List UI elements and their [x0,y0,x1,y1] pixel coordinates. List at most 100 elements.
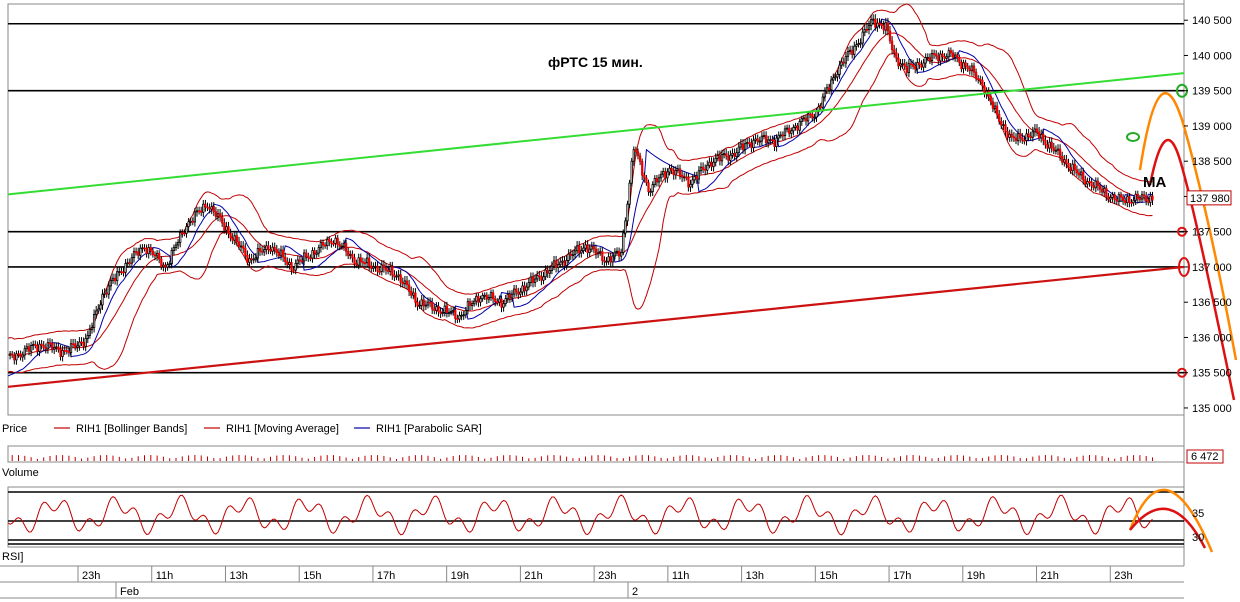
candle-body [368,257,371,267]
candle-body [38,343,41,352]
candle-body [1008,133,1011,138]
candle-body [1029,136,1032,138]
candle-body [44,347,47,350]
candle-body [1136,193,1139,200]
candle-body [460,314,463,317]
candle-body [846,51,850,57]
candle-body [389,266,392,272]
candle-body [109,279,113,287]
candle-body [937,55,940,62]
candle-body [319,242,323,249]
candle-body [1109,196,1112,200]
candle-body [706,164,709,171]
candle-body [332,242,335,245]
price-tick-label: 136 000 [1192,332,1232,344]
candle-body [265,245,268,250]
candle-body [777,134,780,139]
candle-body [1107,195,1110,200]
candle-body [254,257,257,260]
candle-body [643,174,646,179]
legend-label: RIH1 [Parabolic SAR] [376,423,482,435]
candle-body [1124,200,1127,204]
candle-body [397,274,400,277]
candle-body [909,63,913,66]
candle-body [869,19,873,26]
candle-body [1088,181,1091,183]
candle-body [798,121,801,131]
candle-body [302,252,306,262]
candle-body [569,253,572,256]
candle-body [435,306,438,311]
candle-body [292,269,295,272]
candle-body [36,345,39,352]
candle-body [968,68,971,72]
candle-body [720,154,724,162]
candle-body [1002,124,1005,127]
candle-body [806,113,810,122]
candle-body [966,65,969,70]
candle-body [1090,181,1093,187]
candle-body [802,117,806,120]
candle-body [914,65,917,70]
candle-body [141,247,144,250]
candle-body [588,248,591,253]
candle-body [907,63,911,73]
candle-body [657,177,661,183]
candle-body [252,258,255,261]
candle-body [867,25,871,31]
candle-body [1084,179,1087,185]
ma-annotation: MA [1143,174,1166,191]
time-tick-label: 11h [156,570,174,582]
time-tick-label: 15h [819,570,837,582]
candle-body [666,171,669,179]
candle-body [884,22,887,31]
candle-body [1014,137,1018,142]
candle-body [624,220,627,234]
candle-body [439,311,442,314]
candle-body [748,142,751,144]
candle-body [1145,195,1148,202]
price-tick-label: 135 000 [1192,403,1232,415]
candle-body [19,353,22,358]
candle-body [926,56,929,59]
candle-body [668,167,671,173]
candle-body [153,254,157,257]
candle-body [552,260,556,267]
candle-body [382,264,386,269]
candle-body [454,310,457,319]
candle-body [116,271,119,282]
candle-body [258,247,262,252]
candle-body [563,260,566,266]
candle-body [939,53,942,62]
candle-body [494,298,497,302]
candle-body [69,343,73,353]
candle-body [708,161,711,166]
candle-body [628,182,631,205]
candle-body [878,22,881,25]
candle-body [46,342,50,350]
candle-body [500,298,503,308]
candle-body [334,237,337,244]
candle-body [158,252,161,260]
candle-body [27,346,31,352]
candle-body [773,139,776,147]
candle-body [399,274,402,283]
candle-body [376,265,379,272]
candle-body [529,276,533,283]
candle-body [838,64,841,75]
candle-body [166,264,169,268]
price-tick-label: 140 000 [1192,50,1232,62]
candle-body [155,252,159,257]
candle-body [380,264,383,272]
candle-body [672,169,675,176]
candle-body [594,248,598,255]
candle-body [223,222,226,231]
candle-body [928,56,932,61]
candle-body [991,101,995,109]
candle-body [571,254,575,257]
time-tick-label: 19h [967,570,985,582]
candle-body [216,213,220,218]
candle-body [506,293,509,300]
time-tick-label: 23h [82,570,100,582]
candle-body [29,345,33,352]
